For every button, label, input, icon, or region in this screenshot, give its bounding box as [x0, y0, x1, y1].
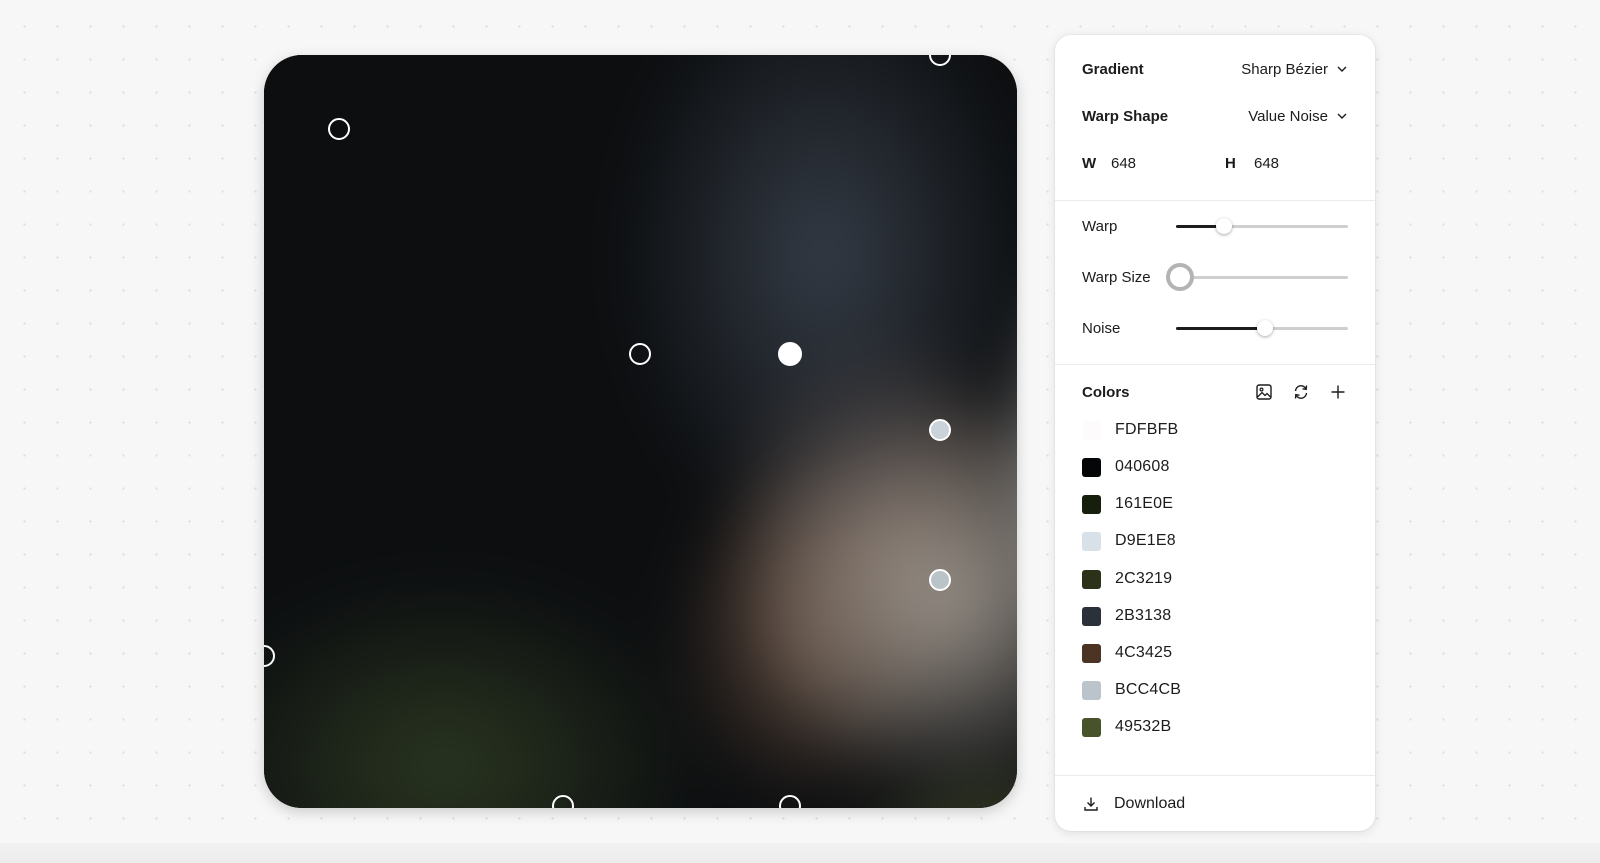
color-item[interactable]: 161E0E — [1082, 493, 1173, 515]
slider-thumb[interactable] — [1257, 320, 1274, 336]
download-icon — [1084, 797, 1098, 811]
control-point[interactable] — [328, 118, 350, 140]
colors-header: Colors — [1082, 380, 1348, 404]
divider — [1055, 364, 1375, 365]
slider-track — [1176, 276, 1348, 279]
gradient-preview — [264, 55, 1017, 808]
chevron-down-icon — [1337, 66, 1347, 72]
color-swatch[interactable] — [1082, 680, 1101, 700]
color-hex[interactable]: 49532B — [1115, 718, 1171, 736]
width-input[interactable]: 648 — [1111, 155, 1225, 172]
warp-slider-row: Warp — [1082, 214, 1348, 238]
gradient-canvas[interactable] — [264, 55, 1017, 808]
color-hex[interactable]: FDFBFB — [1115, 421, 1178, 439]
gradient-row: Gradient Sharp Bézier — [1082, 57, 1348, 81]
color-swatch[interactable] — [1082, 569, 1101, 589]
warp-size-label: Warp Size — [1082, 268, 1151, 286]
warp-shape-row: Warp Shape Value Noise — [1082, 104, 1348, 128]
color-hex[interactable]: 2B3138 — [1115, 607, 1171, 625]
color-swatch[interactable] — [1082, 494, 1101, 514]
color-item[interactable]: 4C3425 — [1082, 642, 1172, 664]
color-item[interactable]: 040608 — [1082, 456, 1170, 478]
warp-size-slider-row: Warp Size — [1082, 263, 1348, 291]
download-button[interactable]: Download — [1082, 795, 1185, 813]
color-hex[interactable]: 161E0E — [1115, 495, 1173, 513]
warp-shape-dropdown[interactable]: Value Noise — [1248, 108, 1348, 125]
slider-fill — [1176, 327, 1266, 330]
warp-shape-value: Value Noise — [1248, 107, 1328, 125]
warp-shape-label: Warp Shape — [1082, 107, 1169, 125]
color-swatch[interactable] — [1082, 717, 1101, 737]
warp-size-slider[interactable] — [1166, 263, 1348, 291]
download-label: Download — [1114, 795, 1186, 812]
width-label: W — [1082, 154, 1097, 172]
color-item[interactable]: 49532B — [1082, 716, 1171, 738]
color-item[interactable]: 2B3138 — [1082, 605, 1171, 627]
image-icon[interactable] — [1254, 382, 1274, 402]
plus-icon[interactable] — [1328, 382, 1348, 402]
control-point[interactable] — [629, 343, 651, 365]
slider-thumb[interactable] — [1216, 218, 1233, 234]
slider-thumb[interactable] — [1166, 263, 1194, 291]
warp-label: Warp — [1082, 217, 1118, 235]
color-swatch[interactable] — [1082, 457, 1101, 477]
height-input[interactable]: 648 — [1254, 155, 1368, 172]
dimensions-row: W 648 H 648 — [1082, 151, 1348, 175]
color-hex[interactable]: BCC4CB — [1115, 681, 1181, 699]
divider — [1055, 200, 1375, 201]
colors-title: Colors — [1082, 383, 1130, 401]
color-swatch[interactable] — [1082, 420, 1101, 440]
control-point-selected[interactable] — [778, 342, 802, 366]
gradient-dropdown[interactable]: Sharp Bézier — [1241, 61, 1348, 78]
divider — [1055, 775, 1375, 776]
color-item[interactable]: BCC4CB — [1082, 679, 1181, 701]
color-item[interactable]: 2C3219 — [1082, 568, 1172, 590]
control-point[interactable] — [929, 419, 951, 441]
warp-slider[interactable] — [1176, 216, 1348, 236]
color-hex[interactable]: 4C3425 — [1115, 644, 1172, 662]
color-item[interactable]: D9E1E8 — [1082, 530, 1176, 552]
noise-slider[interactable] — [1176, 318, 1348, 338]
color-item[interactable]: FDFBFB — [1082, 419, 1178, 441]
noise-label: Noise — [1082, 319, 1121, 337]
noise-slider-row: Noise — [1082, 316, 1348, 340]
color-swatch[interactable] — [1082, 531, 1101, 551]
height-label: H — [1225, 154, 1236, 172]
color-hex[interactable]: 2C3219 — [1115, 570, 1172, 588]
color-swatch[interactable] — [1082, 643, 1101, 663]
color-hex[interactable]: 040608 — [1115, 458, 1170, 476]
gradient-value: Sharp Bézier — [1241, 60, 1328, 78]
control-point[interactable] — [929, 569, 951, 591]
refresh-icon[interactable] — [1291, 382, 1311, 402]
bottom-bar — [0, 843, 1600, 863]
chevron-down-icon — [1337, 113, 1347, 119]
color-swatch[interactable] — [1082, 606, 1101, 626]
gradient-label: Gradient — [1082, 60, 1144, 78]
color-hex[interactable]: D9E1E8 — [1115, 532, 1176, 550]
settings-panel: Gradient Sharp Bézier Warp Shape Value N… — [1055, 35, 1375, 831]
